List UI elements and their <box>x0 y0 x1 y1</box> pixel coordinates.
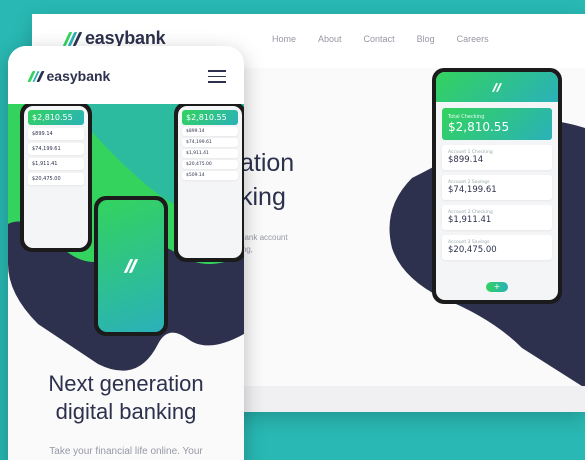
account-amount: $899.14 <box>32 131 53 137</box>
title-line-1: Next generation <box>48 371 204 396</box>
total-amount: $2,810.55 <box>32 113 73 122</box>
account-row: $74,199.61 <box>28 143 84 155</box>
phone-logo-icon <box>123 259 139 273</box>
mobile-hero-title: Next generation digital banking <box>8 370 244 426</box>
hero-phone-center <box>94 196 168 336</box>
mobile-preview: easybank $2,810.55 $899.14 $74,199.61 $1… <box>8 46 244 460</box>
sub-line-2: ing, <box>240 245 253 254</box>
logo-mark-icon <box>27 70 45 82</box>
nav-careers[interactable]: Careers <box>457 34 489 44</box>
account-amount: $1,911.41 <box>448 215 492 225</box>
account-row: Account 2 Checking $1,911.41 <box>442 205 552 230</box>
account-amount: $74,199.61 <box>32 146 61 152</box>
nav-blog[interactable]: Blog <box>417 34 435 44</box>
phone-header <box>436 72 558 102</box>
total-checking-card: $2,810.55 <box>182 110 238 125</box>
nav-home[interactable]: Home <box>272 34 296 44</box>
account-amount: $1,911.41 <box>32 161 58 167</box>
phone-screen: $2,810.55 $899.14 $74,199.61 $1,911.41 $… <box>178 106 242 258</box>
phone-logo-icon <box>491 82 503 92</box>
desktop-hero-title: ation king <box>240 146 294 214</box>
mobile-hero-illustration: $2,810.55 $899.14 $74,199.61 $1,911.41 $… <box>8 104 244 404</box>
hero-phone-left: $2,810.55 $899.14 $74,199.61 $1,911.41 $… <box>20 104 92 252</box>
sub-line-1: bank account <box>240 233 288 242</box>
total-checking-card: Total Checking $2,810.55 <box>442 108 552 140</box>
account-amount: $899.14 <box>448 155 484 165</box>
title-line-2: king <box>240 183 286 211</box>
phone-screen <box>98 200 164 332</box>
account-row: $1,911.41 <box>28 158 84 170</box>
desktop-nav: Home About Contact Blog Careers <box>272 34 489 44</box>
desktop-phone-mockup: Total Checking $2,810.55 Account 1 Check… <box>432 68 562 304</box>
total-amount: $2,810.55 <box>186 113 227 122</box>
desktop-hero-sub: bank account ing, <box>240 232 288 256</box>
account-row: Account 3 Savings $20,475.00 <box>442 235 552 260</box>
hero-phone-right: $2,810.55 $899.14 $74,199.61 $1,911.41 $… <box>174 104 244 262</box>
title-line-1: ation <box>240 149 295 177</box>
account-row: Account 2 Savings $74,199.61 <box>442 175 552 200</box>
account-amount: $899.14 <box>186 129 205 134</box>
hamburger-menu-icon[interactable] <box>208 70 226 83</box>
logo-mark-icon <box>62 31 83 46</box>
title-line-2: digital banking <box>55 399 197 424</box>
mobile-hero-sub: Take your financial life online. Your <box>49 446 203 457</box>
account-amount: $74,199.61 <box>448 185 497 195</box>
mobile-logo[interactable]: easybank <box>27 68 111 84</box>
account-row: $1,911.41 <box>182 149 238 158</box>
total-amount: $2,810.55 <box>448 120 510 134</box>
phone-screen: Total Checking $2,810.55 Account 1 Check… <box>436 72 558 300</box>
account-amount: $509.14 <box>186 173 205 178</box>
plus-icon[interactable]: + <box>486 282 508 292</box>
account-amount: $74,199.61 <box>186 140 212 145</box>
account-row: $899.14 <box>182 127 238 136</box>
account-row: $899.14 <box>28 128 84 140</box>
account-row: $20,475.00 <box>28 173 84 185</box>
account-row: $509.14 <box>182 171 238 180</box>
nav-contact[interactable]: Contact <box>364 34 395 44</box>
account-row: Account 1 Checking $899.14 <box>442 145 552 170</box>
mobile-header: easybank <box>8 46 244 104</box>
account-amount: $1,911.41 <box>186 151 209 156</box>
account-amount: $20,475.00 <box>448 245 497 255</box>
account-row: $74,199.61 <box>182 138 238 147</box>
account-amount: $20,475.00 <box>186 162 212 167</box>
phone-screen: $2,810.55 $899.14 $74,199.61 $1,911.41 $… <box>24 106 88 248</box>
account-amount: $20,475.00 <box>32 176 61 182</box>
total-label: Total Checking <box>448 114 485 120</box>
brand-name: easybank <box>46 68 111 84</box>
total-checking-card: $2,810.55 <box>28 110 84 125</box>
nav-about[interactable]: About <box>318 34 342 44</box>
account-row: $20,475.00 <box>182 160 238 169</box>
